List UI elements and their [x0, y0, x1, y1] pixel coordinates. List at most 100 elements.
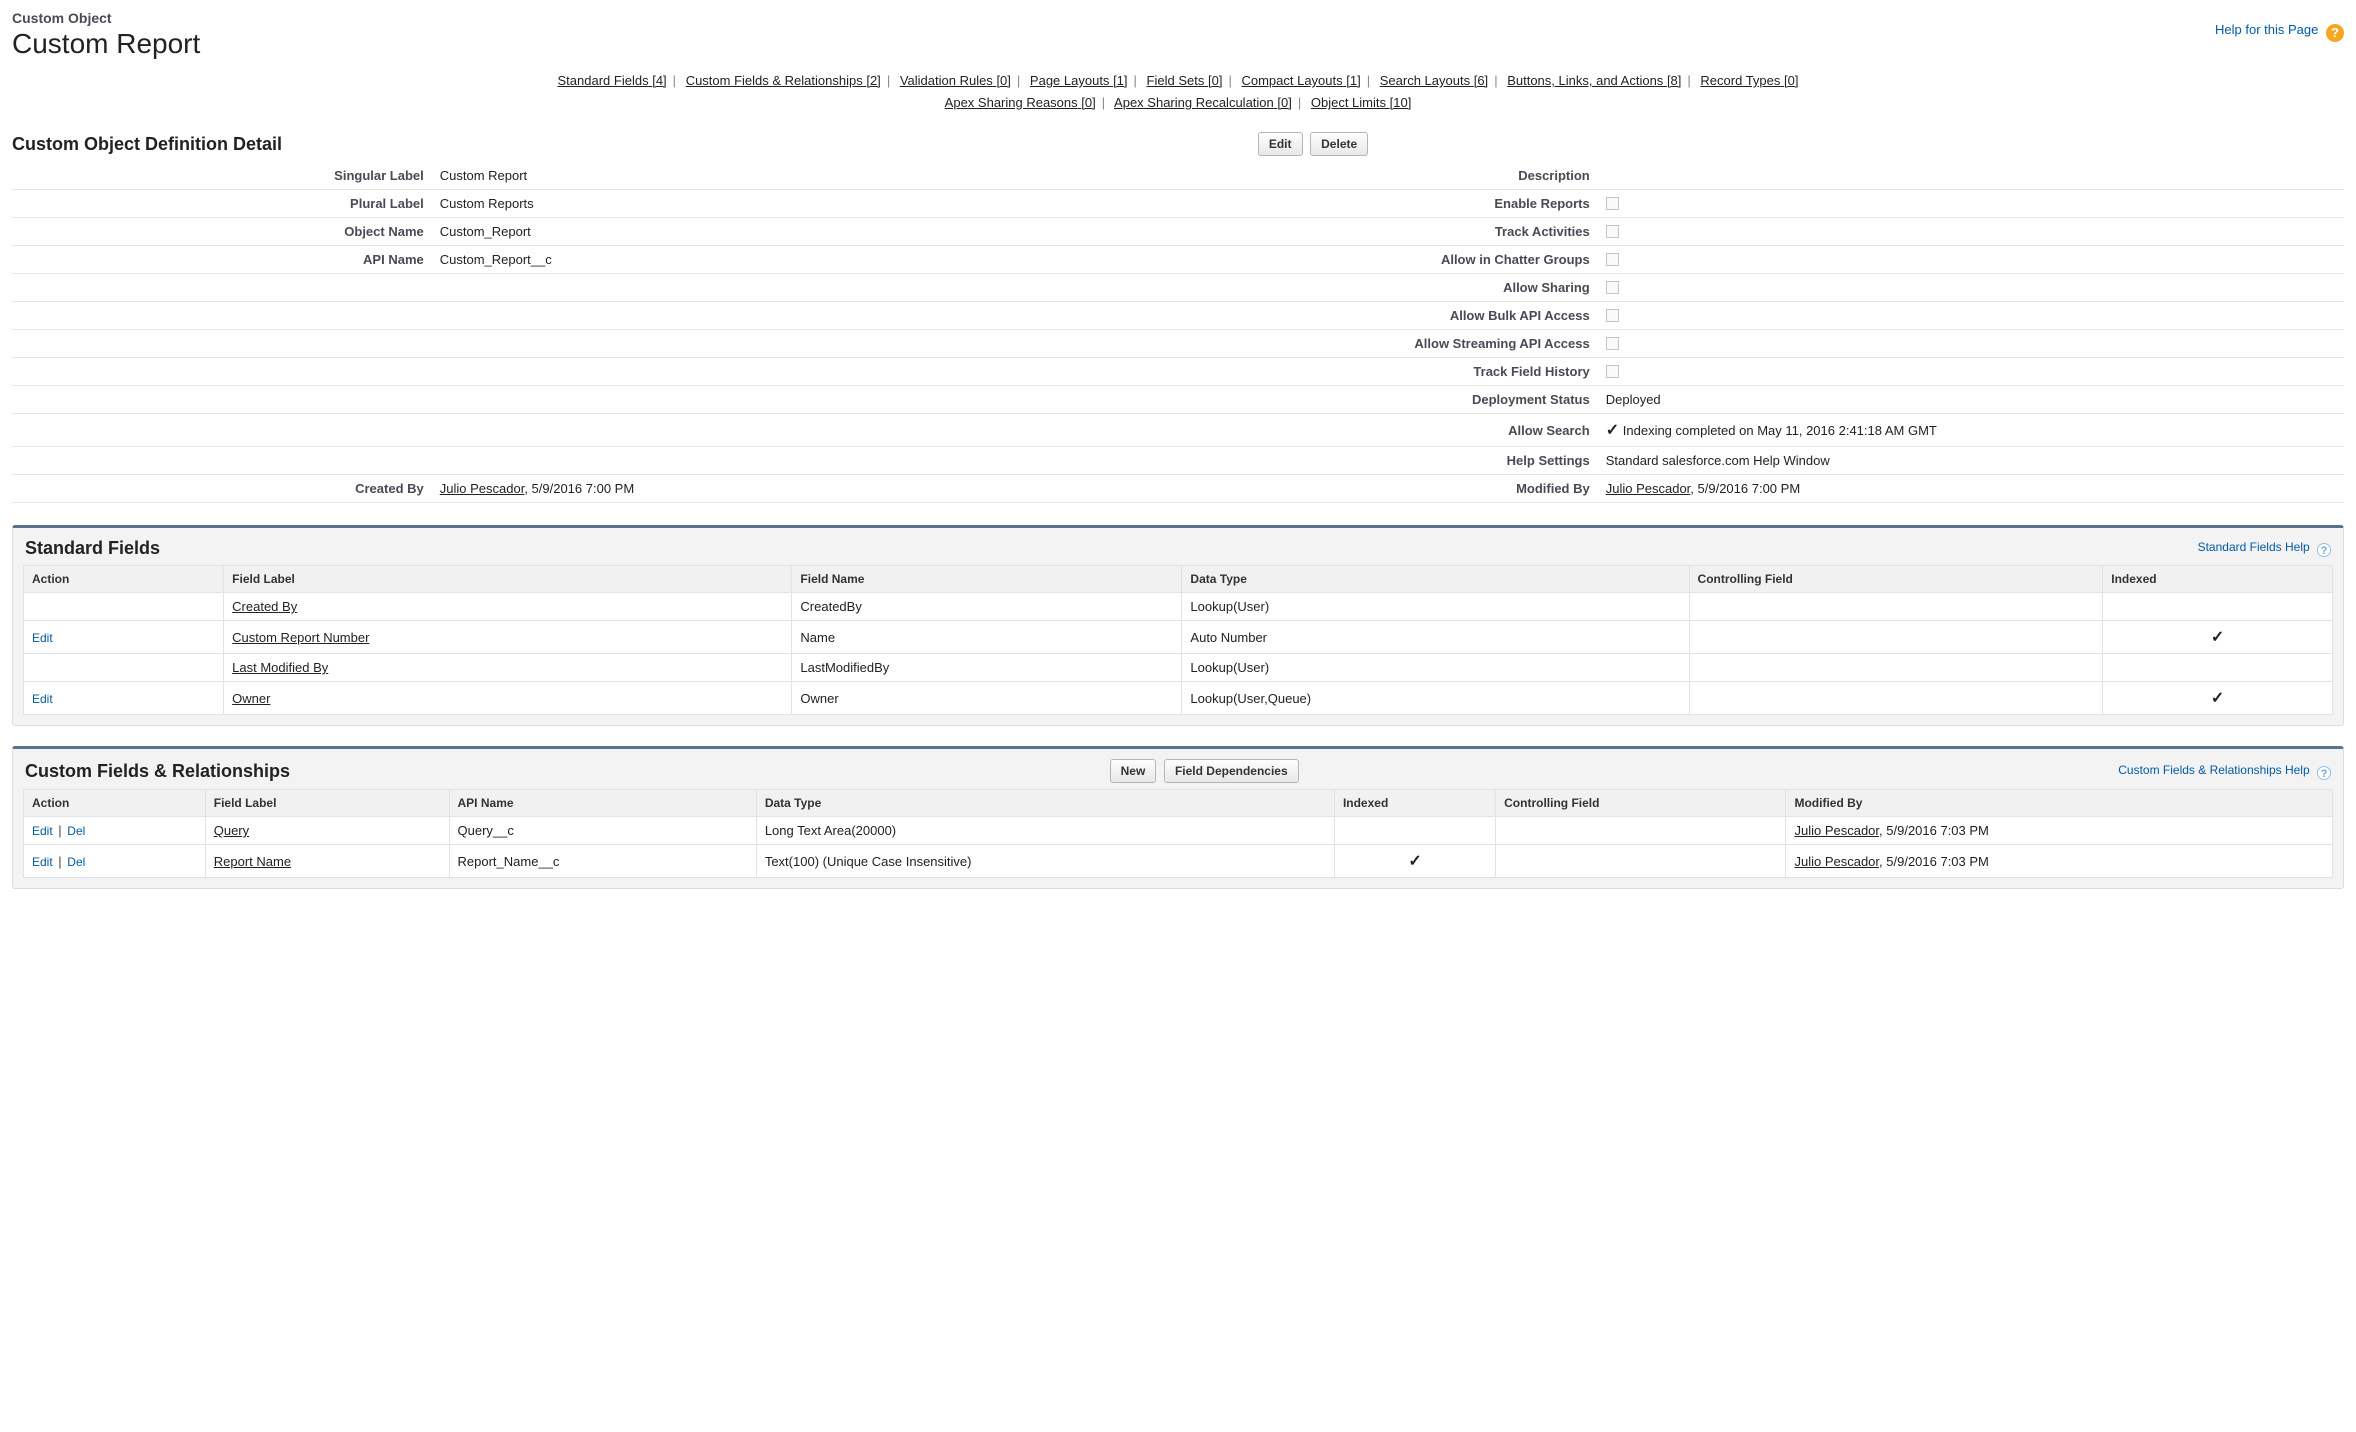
- value-modified-by: Julio Pescador, 5/9/2016 7:00 PM: [1598, 475, 2344, 503]
- col-field-label: Field Label: [205, 790, 449, 817]
- field-label-link[interactable]: Last Modified By: [232, 660, 328, 675]
- standard-fields-help-link[interactable]: Standard Fields Help: [2198, 540, 2310, 554]
- nav-link[interactable]: Standard Fields [4]: [558, 73, 667, 88]
- page-subtitle: Custom Object: [12, 10, 2344, 26]
- nav-link[interactable]: Buttons, Links, and Actions [8]: [1507, 73, 1681, 88]
- nav-link[interactable]: Compact Layouts [1]: [1241, 73, 1360, 88]
- data-type: Text(100) (Unique Case Insensitive): [756, 845, 1334, 878]
- table-row: Created By CreatedByLookup(User): [24, 593, 2333, 621]
- nav-link[interactable]: Custom Fields & Relationships [2]: [686, 73, 881, 88]
- created-by-user-link[interactable]: Julio Pescador: [440, 481, 525, 496]
- indexed-cell: [2103, 654, 2333, 682]
- checkmark-icon: ✓: [1408, 853, 1421, 870]
- help-link[interactable]: Help for this Page: [2215, 22, 2318, 37]
- data-type: Lookup(User): [1182, 593, 1689, 621]
- checkbox-allow-bulk: [1606, 309, 1619, 322]
- col-field-label: Field Label: [224, 566, 792, 593]
- field-name: Name: [792, 621, 1182, 654]
- checkbox-enable-reports: [1606, 197, 1619, 210]
- field-label-link[interactable]: Query: [214, 823, 249, 838]
- value-object-name: Custom_Report: [432, 218, 1178, 246]
- del-link[interactable]: Del: [67, 824, 85, 838]
- label-allow-stream: Allow Streaming API Access: [1178, 330, 1598, 358]
- section-nav: Standard Fields [4]| Custom Fields & Rel…: [12, 70, 2344, 114]
- field-label-link[interactable]: Report Name: [214, 854, 291, 869]
- nav-link[interactable]: Field Sets [0]: [1147, 73, 1223, 88]
- nav-link[interactable]: Search Layouts [6]: [1380, 73, 1488, 88]
- checkbox-allow-chatter: [1606, 253, 1619, 266]
- controlling-field: [1496, 817, 1786, 845]
- col-action: Action: [24, 566, 224, 593]
- edit-link[interactable]: Edit: [32, 631, 53, 645]
- edit-link[interactable]: Edit: [32, 824, 53, 838]
- controlling-field: [1689, 654, 2103, 682]
- table-row: EditOwnerOwnerLookup(User,Queue)✓: [24, 682, 2333, 715]
- col-api-name: API Name: [449, 790, 756, 817]
- label-created-by: Created By: [12, 475, 432, 503]
- delete-button[interactable]: Delete: [1310, 132, 1368, 156]
- field-name: LastModifiedBy: [792, 654, 1182, 682]
- label-api-name: API Name: [12, 246, 432, 274]
- col-ctrl-field: Controlling Field: [1496, 790, 1786, 817]
- label-allow-chatter: Allow in Chatter Groups: [1178, 246, 1598, 274]
- edit-link[interactable]: Edit: [32, 692, 53, 706]
- custom-fields-help-link[interactable]: Custom Fields & Relationships Help: [2118, 763, 2309, 777]
- col-indexed: Indexed: [2103, 566, 2333, 593]
- label-object-name: Object Name: [12, 218, 432, 246]
- field-label-link[interactable]: Custom Report Number: [232, 630, 369, 645]
- value-plural: Custom Reports: [432, 190, 1178, 218]
- checkmark-icon: ✓: [1606, 422, 1619, 439]
- del-link[interactable]: Del: [67, 855, 85, 869]
- label-track-field-hist: Track Field History: [1178, 358, 1598, 386]
- label-allow-bulk: Allow Bulk API Access: [1178, 302, 1598, 330]
- label-allow-sharing: Allow Sharing: [1178, 274, 1598, 302]
- field-name: Owner: [792, 682, 1182, 715]
- label-enable-reports: Enable Reports: [1178, 190, 1598, 218]
- controlling-field: [1689, 621, 2103, 654]
- label-modified-by: Modified By: [1178, 475, 1598, 503]
- modified-by-user-link[interactable]: Julio Pescador: [1794, 823, 1879, 838]
- label-allow-search: Allow Search: [1178, 414, 1598, 447]
- help-icon[interactable]: ?: [2326, 24, 2344, 42]
- label-track-activities: Track Activities: [1178, 218, 1598, 246]
- field-label-link[interactable]: Owner: [232, 691, 270, 706]
- checkbox-allow-stream: [1606, 337, 1619, 350]
- nav-link[interactable]: Object Limits [10]: [1311, 95, 1411, 110]
- value-singular: Custom Report: [432, 162, 1178, 190]
- help-icon[interactable]: ?: [2317, 766, 2331, 780]
- checkmark-icon: ✓: [2211, 690, 2224, 707]
- col-indexed: Indexed: [1334, 790, 1495, 817]
- table-row: Edit Custom Report Number NameAuto Number ✓: [24, 621, 2333, 654]
- data-type: Auto Number: [1182, 621, 1689, 654]
- value-description: [1598, 162, 2344, 190]
- nav-link[interactable]: Page Layouts [1]: [1030, 73, 1128, 88]
- label-singular: Singular Label: [12, 162, 432, 190]
- col-modified-by: Modified By: [1786, 790, 2333, 817]
- edit-button[interactable]: Edit: [1258, 132, 1303, 156]
- help-icon[interactable]: ?: [2317, 543, 2331, 557]
- col-data-type: Data Type: [1182, 566, 1689, 593]
- nav-link[interactable]: Apex Sharing Recalculation [0]: [1114, 95, 1292, 110]
- col-data-type: Data Type: [756, 790, 1334, 817]
- data-type: Long Text Area(20000): [756, 817, 1334, 845]
- table-row: Last Modified ByLastModifiedByLookup(Use…: [24, 654, 2333, 682]
- checkbox-track-field-hist: [1606, 365, 1619, 378]
- field-label-link[interactable]: Created By: [232, 599, 297, 614]
- checkmark-icon: ✓: [2211, 629, 2224, 646]
- modified-by-user-link[interactable]: Julio Pescador: [1794, 854, 1879, 869]
- field-dependencies-button[interactable]: Field Dependencies: [1164, 759, 1299, 783]
- edit-link[interactable]: Edit: [32, 855, 53, 869]
- api-name: Query__c: [449, 817, 756, 845]
- custom-fields-panel: Custom Fields & Relationships New Field …: [12, 746, 2344, 889]
- label-deploy-status: Deployment Status: [1178, 386, 1598, 414]
- field-name: CreatedBy: [792, 593, 1182, 621]
- modified-by-user-link[interactable]: Julio Pescador: [1606, 481, 1691, 496]
- value-api-name: Custom_Report__c: [432, 246, 1178, 274]
- table-row: Edit | DelReport NameReport_Name__cText(…: [24, 845, 2333, 878]
- nav-link[interactable]: Apex Sharing Reasons [0]: [945, 95, 1096, 110]
- nav-link[interactable]: Record Types [0]: [1700, 73, 1798, 88]
- nav-link[interactable]: Validation Rules [0]: [900, 73, 1011, 88]
- new-button[interactable]: New: [1110, 759, 1157, 783]
- modified-by: Julio Pescador, 5/9/2016 7:03 PM: [1786, 845, 2333, 878]
- checkbox-track-activities: [1606, 225, 1619, 238]
